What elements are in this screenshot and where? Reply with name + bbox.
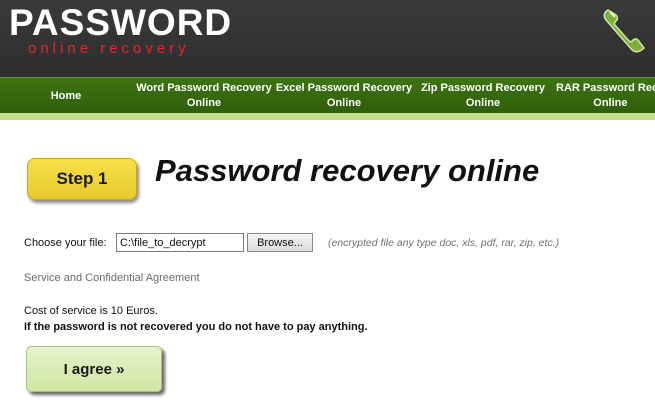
main-nav: Home Word Password Recovery Online Excel…: [0, 77, 655, 113]
logo-subtitle: online recovery: [28, 40, 190, 57]
site-header: PASSWORD online recovery: [0, 0, 655, 77]
guarantee-text: If the password is not recovered you do …: [24, 321, 368, 333]
nav-item-word[interactable]: Word Password Recovery Online: [134, 78, 274, 114]
cost-text: Cost of service is 10 Euros.: [24, 305, 158, 317]
nav-item-zip[interactable]: Zip Password Recovery Online: [416, 78, 550, 114]
file-path-input[interactable]: [116, 233, 244, 252]
browse-button[interactable]: Browse...: [247, 233, 313, 252]
nav-item-rar[interactable]: RAR Password Reco Online: [556, 78, 655, 114]
agreement-link[interactable]: Service and Confidential Agreement: [24, 272, 200, 284]
file-hint: (encrypted file any type doc, xls, pdf, …: [328, 237, 560, 249]
phone-icon: [603, 9, 645, 53]
step-badge: Step 1: [27, 158, 137, 200]
agree-button[interactable]: I agree »: [26, 346, 162, 392]
nav-item-home[interactable]: Home: [36, 78, 96, 114]
logo-title[interactable]: PASSWORD: [9, 2, 232, 44]
file-label: Choose your file:: [24, 237, 107, 249]
nav-item-excel[interactable]: Excel Password Recovery Online: [274, 78, 414, 114]
nav-stripe: [0, 113, 655, 120]
page-title: Password recovery online: [155, 153, 540, 188]
